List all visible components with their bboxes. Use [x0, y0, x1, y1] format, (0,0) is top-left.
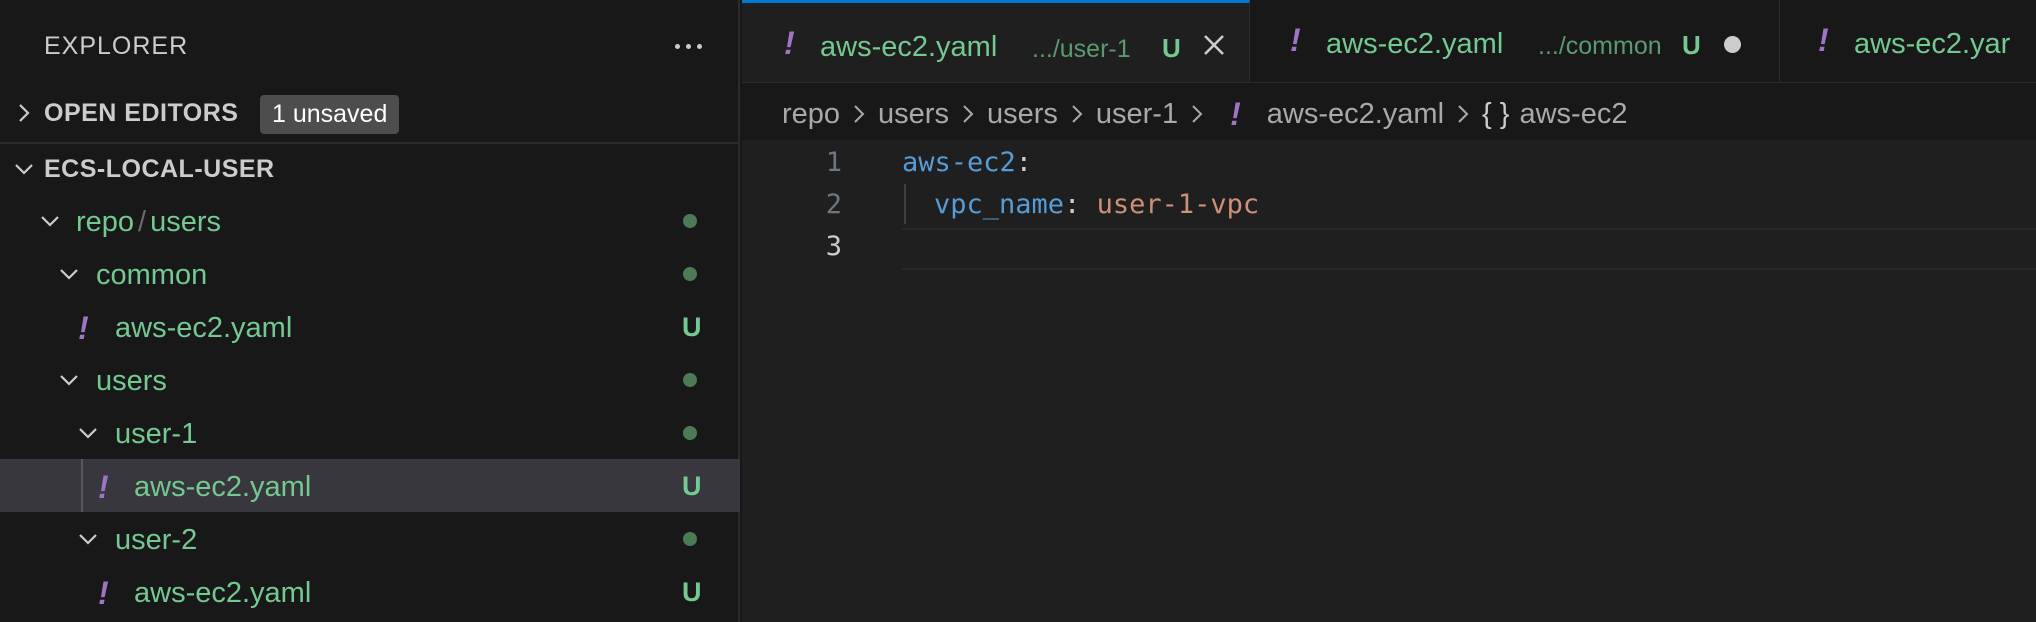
tree-folder-user-2[interactable]: user-2 — [0, 512, 740, 565]
yaml-file-icon: ! — [78, 310, 89, 346]
chevron-right-icon — [1190, 102, 1204, 126]
git-status-badge: U — [1162, 33, 1181, 63]
open-editors-label: OPEN EDITORS — [44, 99, 239, 127]
folder-name: user-1 — [115, 418, 198, 450]
modified-dot-icon — [683, 532, 697, 546]
modified-dot-icon — [683, 214, 697, 228]
breadcrumb-item[interactable]: user-1 — [1096, 98, 1178, 131]
git-status-badge: U — [682, 471, 702, 501]
yaml-file-icon: ! — [98, 469, 109, 505]
tree-file-common-aws-ec2[interactable]: ! aws-ec2.yaml U — [0, 300, 740, 353]
tree-file-user-1-aws-ec2[interactable]: ! aws-ec2.yaml U — [0, 459, 740, 512]
tree-folder-common[interactable]: common — [0, 247, 740, 300]
file-name: aws-ec2.yaml — [134, 471, 312, 503]
chevron-right-icon — [852, 102, 866, 126]
tab-aws-ec2-partial[interactable]: ! aws-ec2.yar — [1780, 0, 2036, 82]
unsaved-dot-icon[interactable] — [1724, 36, 1741, 53]
line-number: 3 — [825, 231, 842, 262]
chevron-right-icon — [961, 102, 975, 126]
code-editor[interactable]: 1 aws-ec2: 2 vpc_name: user-1-vpc 3 — [742, 140, 2036, 622]
tab-aws-ec2-common[interactable]: ! aws-ec2.yaml .../common U — [1250, 0, 1780, 82]
indent-guide — [81, 459, 83, 512]
tab-label: aws-ec2.yar — [1854, 28, 2011, 60]
chevron-right-icon — [1456, 102, 1470, 126]
chevron-down-icon — [55, 366, 83, 394]
chevron-down-icon — [74, 419, 102, 447]
yaml-file-icon: ! — [1818, 22, 1829, 58]
modified-dot-icon — [683, 373, 697, 387]
editor-tab-bar: ! aws-ec2.yaml .../user-1 U ! aws-ec2.ya… — [742, 0, 2036, 83]
tree-folder-user-1[interactable]: user-1 — [0, 406, 740, 459]
breadcrumb-file[interactable]: aws-ec2.yaml — [1267, 98, 1444, 131]
modified-dot-icon — [683, 267, 697, 281]
close-icon[interactable] — [1200, 31, 1228, 59]
explorer-header: EXPLORER — [0, 0, 740, 92]
file-name: aws-ec2.yaml — [134, 577, 312, 609]
tab-label: aws-ec2.yaml — [1326, 28, 1504, 60]
folder-name: repo / users — [76, 206, 222, 238]
chevron-down-icon — [55, 260, 83, 288]
yaml-file-icon: ! — [98, 575, 109, 611]
tab-description: .../user-1 — [1032, 35, 1131, 63]
chevron-right-icon — [10, 99, 38, 127]
chevron-right-icon — [1070, 102, 1084, 126]
breadcrumb: repo users users user-1 ! aws-ec2.yaml {… — [782, 94, 1627, 134]
breadcrumb-item[interactable]: users — [878, 98, 949, 131]
line-number: 2 — [825, 189, 842, 220]
code-line-2[interactable]: vpc_name: user-1-vpc — [934, 189, 1259, 220]
unsaved-badge: 1 unsaved — [260, 95, 400, 134]
chevron-down-icon — [36, 207, 64, 235]
git-status-badge: U — [1682, 30, 1701, 60]
git-status-badge: U — [682, 312, 702, 342]
symbol-object-icon: { } — [1482, 97, 1510, 130]
tree-folder-repo-users[interactable]: repo / users — [0, 194, 740, 247]
workspace-label: ECS-LOCAL-USER — [44, 155, 275, 183]
workspace-section[interactable]: ECS-LOCAL-USER — [0, 144, 740, 196]
line-number: 1 — [825, 147, 842, 178]
tree-folder-users[interactable]: users — [0, 353, 740, 406]
current-line-highlight — [902, 228, 2036, 270]
chevron-down-icon — [10, 155, 38, 183]
tab-aws-ec2-user-1[interactable]: ! aws-ec2.yaml .../user-1 U — [742, 0, 1250, 82]
folder-name: users — [96, 365, 167, 397]
tab-description: .../common — [1538, 32, 1662, 60]
breadcrumb-item[interactable]: repo — [782, 98, 840, 131]
breadcrumb-item[interactable]: users — [987, 98, 1058, 131]
explorer-title: EXPLORER — [44, 32, 189, 60]
folder-name: user-2 — [115, 524, 198, 556]
yaml-file-icon: ! — [784, 25, 795, 61]
yaml-file-icon: ! — [1230, 95, 1241, 132]
yaml-file-icon: ! — [1290, 22, 1301, 58]
tab-label: aws-ec2.yaml — [820, 31, 998, 63]
code-line-1[interactable]: aws-ec2: — [902, 147, 1032, 178]
file-name: aws-ec2.yaml — [115, 312, 293, 344]
git-status-badge: U — [682, 577, 702, 607]
tree-file-user-2-aws-ec2[interactable]: ! aws-ec2.yaml U — [0, 565, 740, 618]
ellipsis-icon[interactable] — [668, 26, 708, 66]
indent-guide — [904, 184, 906, 224]
chevron-down-icon — [74, 525, 102, 553]
explorer-sidebar: EXPLORER OPEN EDITORS 1 unsaved ECS-LOCA… — [0, 0, 740, 622]
folder-name: common — [96, 259, 208, 291]
breadcrumb-symbol[interactable]: aws-ec2 — [1519, 98, 1627, 131]
modified-dot-icon — [683, 426, 697, 440]
